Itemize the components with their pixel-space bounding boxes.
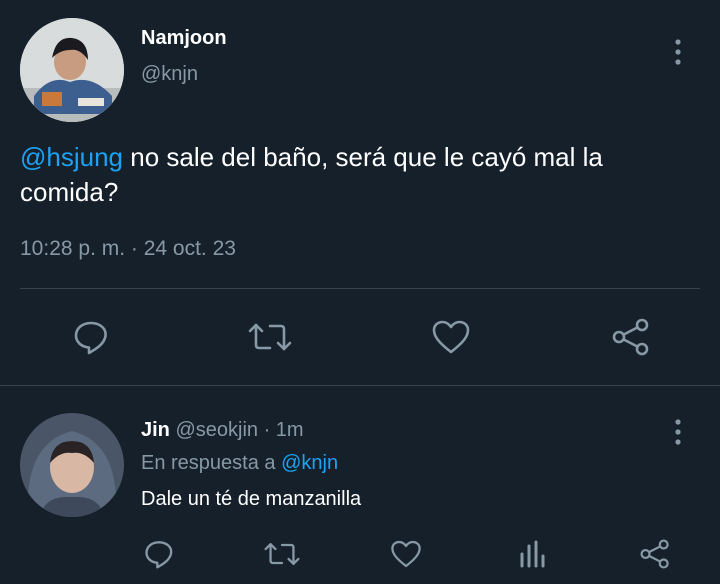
more-options-icon[interactable]	[668, 32, 688, 72]
avatar-photo	[20, 413, 124, 517]
reply-like-button[interactable]	[387, 537, 425, 571]
reply-author-handle[interactable]: @seokjin	[175, 419, 258, 441]
retweet-button[interactable]	[246, 316, 294, 358]
share-icon	[612, 318, 649, 356]
retweet-icon	[264, 543, 300, 565]
section-divider	[0, 385, 720, 386]
reply-comment-button[interactable]	[140, 537, 178, 571]
main-author-name[interactable]: Namjoon	[141, 27, 227, 50]
comment-button[interactable]	[68, 316, 114, 358]
reply-context: En respuesta a @knjn	[141, 452, 338, 475]
tweet-timestamp[interactable]: 10:28 p. m. · 24 oct. 23	[20, 237, 236, 261]
divider	[20, 288, 700, 289]
reply-analytics-button[interactable]	[513, 537, 551, 571]
mention-link[interactable]: @hsjung	[20, 142, 123, 172]
reply-share-button[interactable]	[636, 537, 674, 571]
comment-icon	[74, 321, 107, 355]
heart-icon	[391, 540, 421, 568]
heart-icon	[432, 320, 470, 354]
main-author-avatar[interactable]	[20, 18, 124, 122]
reply-text: Dale un té de manzanilla	[141, 488, 362, 510]
reply-more-options-icon[interactable]	[668, 412, 688, 452]
reply-author-avatar[interactable]	[20, 413, 124, 517]
reply-retweet-button[interactable]	[262, 537, 302, 571]
retweet-icon	[248, 323, 292, 351]
tweet-text: @hsjung no sale del baño, será que le ca…	[20, 140, 690, 210]
reply-time[interactable]: · 1m	[264, 419, 304, 441]
avatar-photo	[20, 18, 124, 122]
reply-header: Jin @seokjin · 1m	[141, 419, 304, 442]
reply-to-label: En respuesta a	[141, 452, 282, 474]
reply-author-name[interactable]: Jin	[141, 419, 170, 441]
like-button[interactable]	[428, 316, 474, 358]
reply-to-link[interactable]: @knjn	[281, 452, 338, 474]
analytics-icon	[520, 540, 545, 568]
share-button[interactable]	[608, 316, 654, 358]
share-icon	[640, 539, 669, 569]
comment-icon	[145, 541, 173, 569]
main-author-handle[interactable]: @knjn	[141, 63, 198, 86]
